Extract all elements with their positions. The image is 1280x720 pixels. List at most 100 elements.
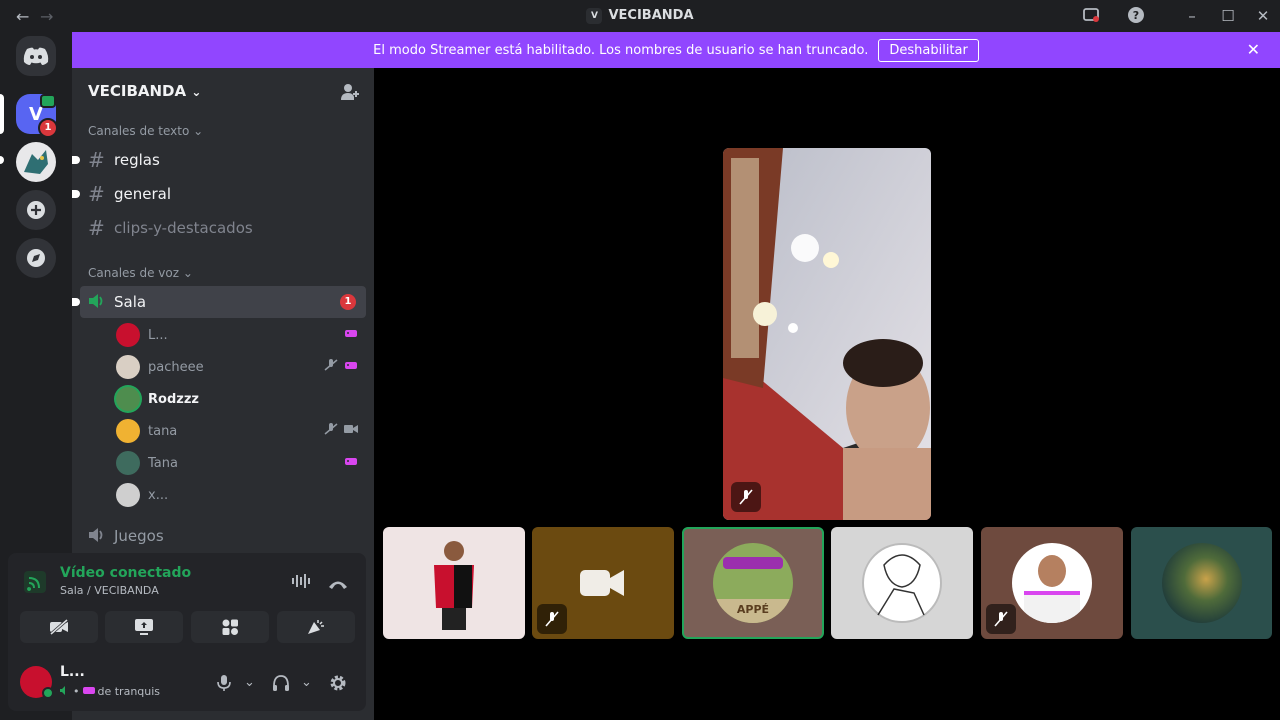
- title-bar: ← → V VECIBANDA ? – ☐ ✕: [0, 0, 1280, 32]
- discord-logo-icon: [23, 47, 49, 65]
- chevron-down-icon: ⌄: [191, 85, 202, 99]
- mic-muted-icon: [324, 359, 338, 375]
- unread-indicator: [72, 298, 80, 306]
- voice-category[interactable]: Canales de voz ⌄: [88, 266, 193, 280]
- mic-options-chevron-icon[interactable]: ⌄: [244, 675, 255, 690]
- speaker-icon: [88, 290, 114, 314]
- online-status-icon: [42, 687, 54, 699]
- streamer-mode-banner: El modo Streamer está habilitado. Los no…: [72, 32, 1280, 68]
- voice-user[interactable]: pacheee: [116, 352, 366, 382]
- plus-icon: [27, 201, 45, 219]
- soundboard-icon: [308, 620, 324, 634]
- compass-icon: [27, 249, 45, 267]
- headphones-icon[interactable]: [272, 674, 290, 696]
- mic-muted-icon: [731, 482, 761, 512]
- avatar: [116, 483, 140, 507]
- mic-muted-icon: [986, 604, 1016, 634]
- unread-indicator: [72, 190, 80, 198]
- hash-icon: #: [88, 216, 105, 240]
- server-dragon[interactable]: [16, 142, 56, 182]
- participant-avatar: [1161, 543, 1242, 623]
- camera-off-icon: [50, 619, 68, 635]
- participant-avatar: [1012, 543, 1092, 623]
- mic-muted-icon: [324, 423, 338, 439]
- channel-general[interactable]: # general: [80, 178, 366, 210]
- svg-text:?: ?: [1133, 9, 1139, 22]
- video-camera-icon: [580, 570, 624, 596]
- channel-clips[interactable]: # clips-y-destacados: [80, 212, 366, 244]
- participant-tile-speaking[interactable]: APPÉ: [682, 527, 824, 639]
- close-banner-icon[interactable]: ✕: [1247, 40, 1260, 59]
- discover-button[interactable]: [16, 238, 56, 278]
- active-server-pill: [0, 94, 4, 134]
- voice-panel: Vídeo conectado Sala / VECIBANDA L... • …: [8, 553, 366, 711]
- microphone-icon[interactable]: [216, 674, 232, 696]
- voice-user[interactable]: L...: [116, 320, 366, 350]
- voice-user[interactable]: Tana: [116, 448, 366, 478]
- game-icon: [344, 455, 358, 471]
- screen-share-icon: [135, 619, 153, 635]
- game-icon: [82, 685, 95, 698]
- minimize-icon[interactable]: –: [1182, 6, 1202, 26]
- disconnect-icon[interactable]: [327, 575, 349, 594]
- banner-message: El modo Streamer está habilitado. Los no…: [373, 42, 869, 58]
- connection-location[interactable]: Sala / VECIBANDA: [60, 584, 159, 597]
- participant-tile[interactable]: [831, 527, 973, 639]
- audio-options-chevron-icon[interactable]: ⌄: [301, 675, 312, 690]
- focused-video-stream[interactable]: [723, 148, 931, 520]
- add-server-button[interactable]: [16, 190, 56, 230]
- hash-icon: #: [88, 182, 105, 206]
- avatar: [116, 419, 140, 443]
- voice-channel-sala[interactable]: Sala: [80, 286, 366, 318]
- help-icon[interactable]: ?: [1126, 6, 1146, 26]
- participant-tile[interactable]: [532, 527, 674, 639]
- video-frame: [723, 148, 931, 520]
- participant-tile[interactable]: [1131, 527, 1272, 639]
- avatar: [116, 355, 140, 379]
- disable-streamer-button[interactable]: Deshabilitar: [878, 38, 979, 62]
- text-category[interactable]: Canales de texto ⌄: [88, 124, 203, 138]
- avatar: [116, 323, 140, 347]
- voice-user[interactable]: x...: [116, 480, 366, 510]
- connection-status: Vídeo conectado: [60, 565, 192, 581]
- settings-gear-icon[interactable]: [328, 673, 348, 697]
- connection-signal-icon: [24, 571, 46, 597]
- mic-muted-icon: [537, 604, 567, 634]
- video-icon: [344, 423, 358, 439]
- avatar: [116, 387, 140, 411]
- game-icon: [344, 359, 358, 375]
- unread-pill: [0, 156, 4, 164]
- inbox-icon[interactable]: [1081, 6, 1101, 26]
- user-status-line: • de tranquis: [60, 685, 160, 698]
- avatar: [116, 451, 140, 475]
- activities-button[interactable]: [191, 611, 269, 643]
- soundboard-button[interactable]: [277, 611, 355, 643]
- video-status-icon: [40, 94, 56, 108]
- unread-indicator: [72, 156, 80, 164]
- speaker-icon: [88, 524, 114, 548]
- activities-icon: [222, 619, 238, 635]
- dragon-server-icon: [24, 150, 48, 174]
- channel-reglas[interactable]: # reglas: [80, 144, 366, 176]
- participant-avatar: [434, 541, 474, 630]
- screen-share-button[interactable]: [105, 611, 183, 643]
- discord-home-button[interactable]: [16, 36, 56, 76]
- voice-channel-juegos[interactable]: Juegos: [80, 520, 366, 552]
- speaker-small-icon: [60, 685, 70, 698]
- camera-toggle-button[interactable]: [20, 611, 98, 643]
- channel-badge: 1: [340, 294, 356, 310]
- mention-badge: 1: [38, 118, 58, 138]
- guild-header[interactable]: VECIBANDA ⌄: [88, 82, 201, 100]
- voice-user[interactable]: Rodzzz: [116, 384, 366, 414]
- close-window-icon[interactable]: ✕: [1253, 6, 1273, 26]
- participant-tile[interactable]: [981, 527, 1123, 639]
- noise-suppression-icon[interactable]: [291, 573, 311, 593]
- user-name: L...: [60, 664, 85, 680]
- invite-people-icon[interactable]: [340, 82, 360, 106]
- hash-icon: #: [88, 148, 105, 172]
- maximize-icon[interactable]: ☐: [1218, 6, 1238, 26]
- participant-avatar: [862, 543, 942, 623]
- server-icon: V: [586, 8, 603, 24]
- voice-user[interactable]: tana: [116, 416, 366, 446]
- participant-tile[interactable]: [383, 527, 525, 639]
